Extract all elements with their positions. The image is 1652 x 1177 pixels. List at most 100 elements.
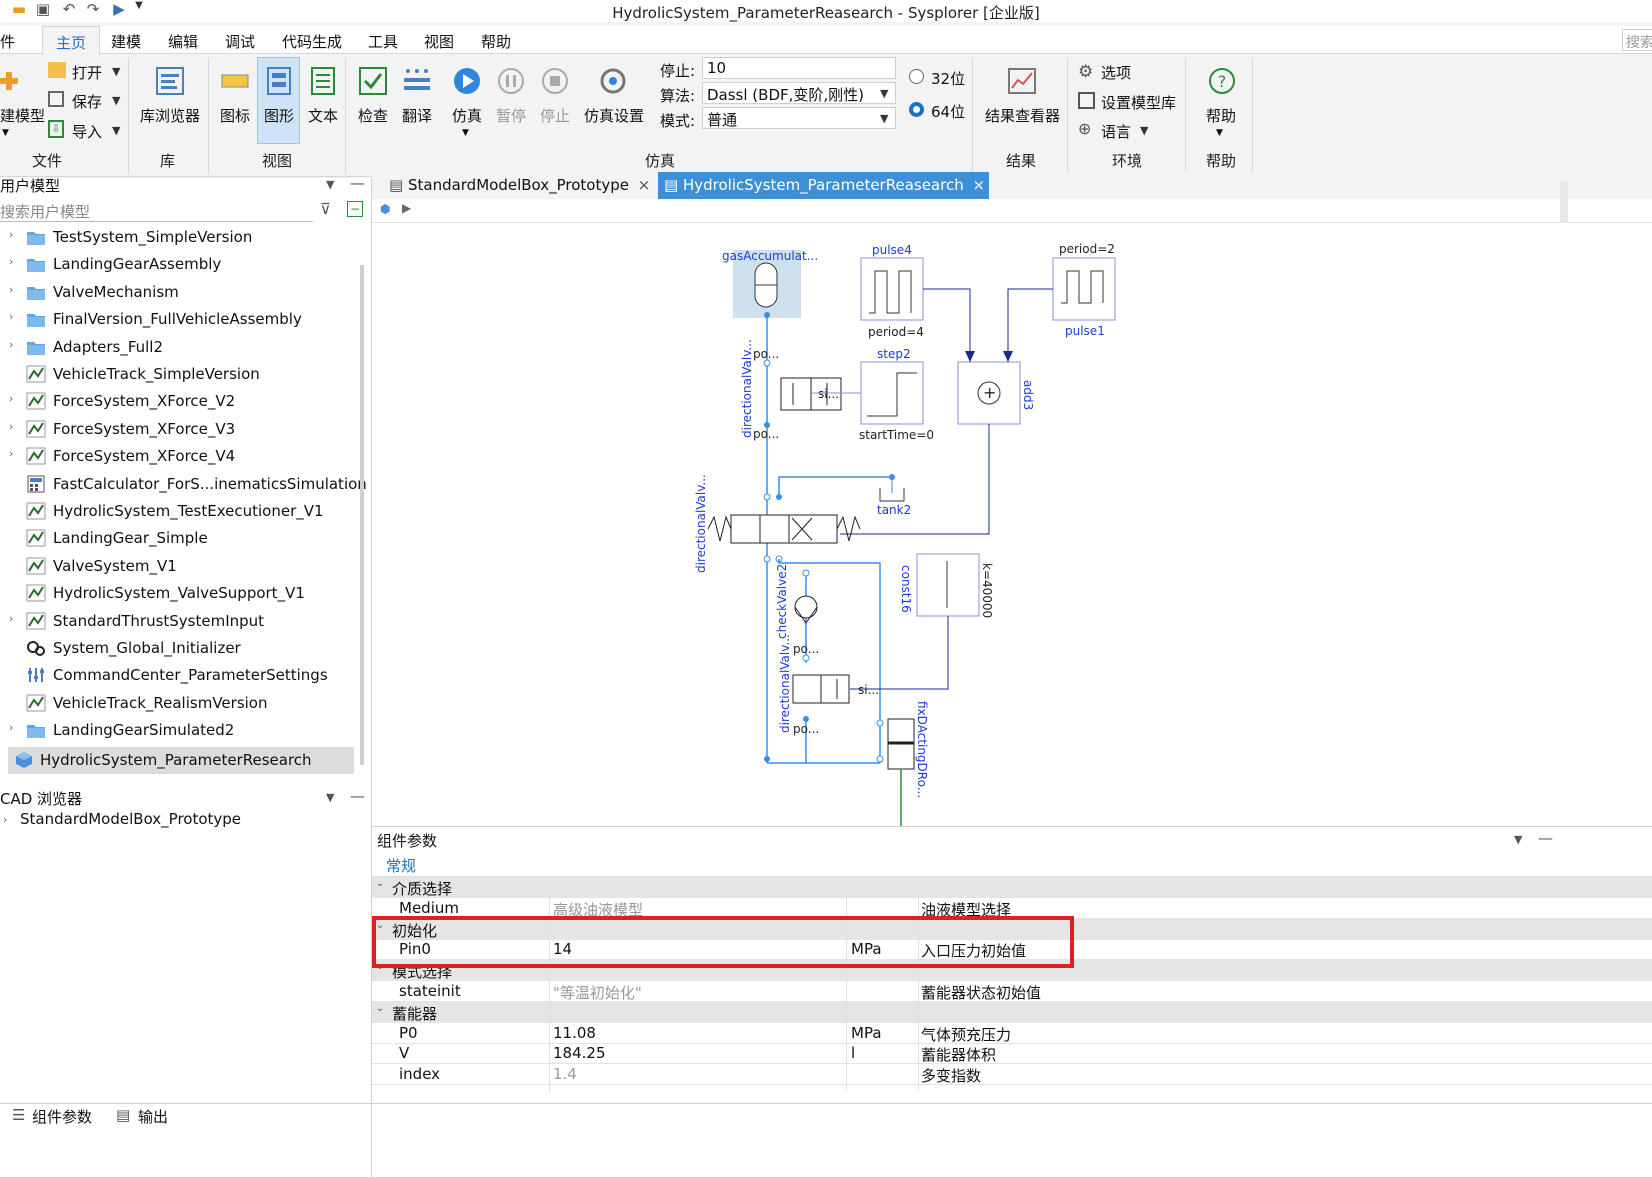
import-button[interactable]: 导入	[72, 121, 102, 142]
tree-item[interactable]: › ForceSystem_XForce_V3	[0, 416, 372, 443]
collapse-all-icon[interactable]: −	[347, 201, 363, 217]
chevron-right-icon[interactable]: ›	[9, 338, 13, 351]
chevron-down-icon[interactable]: ▼	[112, 124, 120, 137]
tree-item[interactable]: › ForceSystem_XForce_V4	[0, 443, 372, 470]
tree-item[interactable]: System_Global_Initializer	[0, 635, 372, 662]
library-browser-icon[interactable]	[155, 66, 185, 100]
simulate-icon[interactable]	[452, 66, 482, 100]
model-library-button[interactable]: 设置模型库	[1101, 92, 1176, 113]
chevron-down-icon[interactable]: ▼	[112, 65, 120, 78]
tree-item-selected[interactable]: HydrolicSystem_ParameterResearch	[8, 747, 354, 774]
sim-settings-icon[interactable]	[598, 66, 628, 100]
open-button[interactable]: 打开	[72, 62, 102, 83]
chevron-down-icon[interactable]: ▼	[880, 112, 888, 125]
const16-block[interactable]	[916, 553, 980, 617]
stop-button[interactable]: 停止	[540, 105, 570, 126]
user-models-search-input[interactable]: 搜索用户模型	[0, 198, 313, 222]
chevron-right-icon[interactable]: ›	[9, 255, 13, 268]
menu-home[interactable]: 主页	[42, 26, 100, 55]
tree-item[interactable]: › ValveMechanism	[0, 279, 372, 306]
tree-item[interactable]: HydrolicSystem_ValveSupport_V1	[0, 580, 372, 607]
menu-codegen[interactable]: 代码生成	[282, 31, 342, 52]
directional-valve-2[interactable]	[730, 514, 838, 544]
pause-icon[interactable]	[496, 66, 526, 100]
stop-icon[interactable]	[540, 66, 570, 100]
help-button[interactable]: 帮助	[1206, 105, 1236, 126]
new-model-icon[interactable]	[0, 66, 22, 96]
scrollbar[interactable]	[360, 265, 364, 765]
options-button[interactable]: 选项	[1101, 62, 1131, 83]
chevron-down-icon[interactable]: ▼	[326, 791, 334, 804]
param-value[interactable]: "等温初始化"	[553, 982, 642, 1003]
new-model-button[interactable]: 建模型	[0, 105, 45, 126]
tree-item[interactable]: VehicleTrack_RealismVersion	[0, 690, 372, 717]
bottom-tab-params[interactable]: 组件参数	[32, 1106, 92, 1127]
chevron-right-icon[interactable]: ›	[9, 612, 13, 625]
check-button[interactable]: 检查	[358, 105, 388, 126]
param-group-row[interactable]: ⌄ 蓄能器	[372, 1001, 1652, 1023]
minimize-icon[interactable]: —	[350, 174, 365, 192]
menu-tools[interactable]: 工具	[368, 31, 398, 52]
results-viewer-button[interactable]: 结果查看器	[985, 105, 1060, 126]
chevron-right-icon[interactable]: ›	[9, 310, 13, 323]
chevron-right-icon[interactable]: ›	[9, 228, 13, 241]
bottom-tab-output[interactable]: 输出	[138, 1106, 168, 1127]
minimize-icon[interactable]: —	[1538, 829, 1553, 847]
text-view-button[interactable]: 文本	[308, 105, 338, 126]
chevron-down-icon[interactable]: ▼	[462, 128, 469, 138]
simulate-button[interactable]: 仿真	[452, 105, 482, 126]
cad-item[interactable]: StandardModelBox_Prototype	[20, 810, 241, 828]
check-valve-symbol[interactable]	[794, 595, 818, 619]
chevron-down-icon[interactable]: ▼	[1216, 128, 1223, 138]
chevron-down-icon[interactable]: ▼	[1140, 124, 1148, 137]
translate-icon[interactable]	[402, 66, 432, 100]
chevron-down-icon[interactable]: ⌄	[376, 878, 384, 889]
param-value[interactable]: 11.08	[553, 1024, 596, 1042]
pause-button[interactable]: 暂停	[496, 105, 526, 126]
icon-view-button[interactable]: 图标	[220, 105, 250, 126]
close-icon[interactable]: ×	[973, 176, 986, 194]
filter-icon[interactable]: ⊽	[320, 200, 331, 218]
menu-view[interactable]: 视图	[424, 31, 454, 52]
menu-edit[interactable]: 编辑	[168, 31, 198, 52]
minimize-icon[interactable]: —	[350, 787, 365, 805]
tree-item[interactable]: CommandCenter_ParameterSettings	[0, 662, 372, 689]
tree-item[interactable]: LandingGear_Simple	[0, 525, 372, 552]
tab-standardmodelbox[interactable]: ▤ StandardModelBox_Prototype ×	[383, 172, 654, 199]
menu-help[interactable]: 帮助	[481, 31, 511, 52]
menu-file[interactable]: 件	[0, 31, 15, 52]
bit32-radio[interactable]	[909, 69, 924, 84]
mode-select[interactable]: 普通	[702, 107, 896, 129]
text-view-icon[interactable]	[308, 66, 338, 100]
tree-item[interactable]: › StandardThrustSystemInput	[0, 608, 372, 635]
results-viewer-icon[interactable]	[1007, 66, 1037, 100]
stop-time-input[interactable]: 10	[702, 57, 896, 79]
chevron-right-icon[interactable]: ›	[9, 447, 13, 460]
check-icon[interactable]	[358, 66, 388, 100]
chevron-down-icon[interactable]: ▼	[2, 128, 9, 138]
chevron-down-icon[interactable]: ▼	[1514, 833, 1522, 846]
chevron-down-icon[interactable]: ▼	[112, 94, 120, 107]
menu-debug[interactable]: 调试	[225, 31, 255, 52]
translate-button[interactable]: 翻译	[402, 105, 432, 126]
library-browser-button[interactable]: 库浏览器	[140, 105, 200, 126]
icon-view-icon[interactable]	[220, 66, 250, 100]
save-button[interactable]: 保存	[72, 91, 102, 112]
tree-item[interactable]: › TestSystem_SimpleVersion	[0, 224, 372, 251]
chevron-down-icon[interactable]: ⌄	[376, 1003, 384, 1014]
algorithm-select[interactable]: Dassl (BDF,变阶,刚性)	[702, 82, 896, 104]
step2-block[interactable]	[860, 361, 924, 425]
pulse1-block[interactable]	[1052, 257, 1116, 321]
tree-item[interactable]: › LandingGearSimulated2	[0, 717, 372, 744]
chevron-right-icon[interactable]: ›	[9, 392, 13, 405]
tree-item[interactable]: VehicleTrack_SimpleVersion	[0, 361, 372, 388]
close-icon[interactable]: ×	[638, 176, 651, 194]
chevron-down-icon[interactable]: ▼	[326, 178, 334, 191]
tree-item[interactable]: HydrolicSystem_TestExecutioner_V1	[0, 498, 372, 525]
pulse4-block[interactable]	[860, 257, 924, 321]
tree-item[interactable]: FastCalculator_ForS...inematicsSimulatio…	[0, 471, 372, 498]
param-row[interactable]: V 184.25 l 蓄能器体积	[372, 1043, 1652, 1065]
language-button[interactable]: 语言	[1101, 121, 1131, 142]
param-row[interactable]: stateinit "等温初始化" 蓄能器状态初始值	[372, 981, 1652, 1002]
tree-item[interactable]: › LandingGearAssembly	[0, 251, 372, 278]
